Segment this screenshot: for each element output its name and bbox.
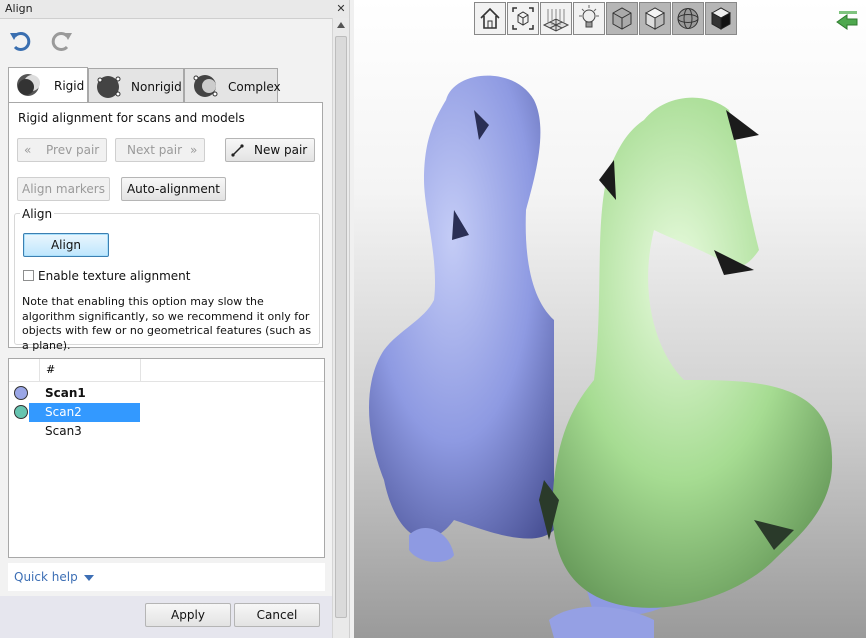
wireframe-cube-icon bbox=[612, 7, 632, 30]
scan-color-dot bbox=[14, 405, 28, 419]
tab-complex-label: Complex bbox=[228, 80, 281, 94]
texture-note: Note that enabling this option may slow … bbox=[22, 295, 312, 352]
wireframe-mode-button[interactable] bbox=[606, 2, 638, 35]
viewport-toolbar bbox=[474, 2, 742, 35]
scan-name: Scan2 bbox=[45, 405, 82, 419]
tab-rigid-label: Rigid bbox=[54, 79, 85, 93]
double-chevron-left-icon: « bbox=[24, 143, 32, 157]
double-chevron-right-icon: » bbox=[190, 143, 198, 157]
home-icon bbox=[480, 7, 500, 29]
tab-rigid[interactable]: Rigid bbox=[8, 67, 88, 103]
light-toggle-button[interactable] bbox=[573, 2, 605, 35]
next-pair-button[interactable]: Next pair » bbox=[115, 138, 205, 162]
cancel-button[interactable]: Cancel bbox=[234, 603, 320, 627]
scan-name: Scan3 bbox=[45, 424, 82, 438]
quick-help-label[interactable]: Quick help bbox=[14, 570, 78, 584]
scan-row-1[interactable]: Scan1 bbox=[9, 384, 324, 403]
flat-cube-icon bbox=[644, 7, 666, 30]
texture-alignment-checkbox[interactable] bbox=[23, 270, 34, 281]
texture-alignment-label: Enable texture alignment bbox=[38, 269, 191, 283]
align-panel: Align ✕ Rigid Nonrigid Complex Rigid ali… bbox=[0, 0, 352, 638]
align-markers-button[interactable]: Align markers bbox=[17, 177, 110, 201]
flat-shading-button[interactable] bbox=[639, 2, 671, 35]
apply-button[interactable]: Apply bbox=[145, 603, 231, 627]
sphere-icon bbox=[677, 8, 699, 29]
rigid-description: Rigid alignment for scans and models bbox=[18, 111, 245, 125]
column-header-number: # bbox=[46, 363, 56, 376]
chevron-down-icon[interactable] bbox=[84, 575, 94, 581]
fit-view-button[interactable] bbox=[507, 2, 539, 35]
panel-scrollbar[interactable] bbox=[332, 18, 350, 638]
close-icon[interactable]: ✕ bbox=[333, 1, 349, 17]
fit-view-icon bbox=[512, 7, 534, 30]
prev-pair-button[interactable]: « Prev pair bbox=[17, 138, 107, 162]
grid-toggle-button[interactable] bbox=[540, 2, 572, 35]
panel-titlebar: Align ✕ bbox=[0, 0, 352, 19]
new-pair-label: New pair bbox=[254, 143, 308, 157]
scan-color-dot bbox=[14, 386, 28, 400]
new-pair-icon bbox=[231, 144, 244, 157]
redo-icon[interactable] bbox=[48, 28, 74, 54]
complex-tab-icon bbox=[193, 75, 218, 97]
tab-complex[interactable]: Complex bbox=[184, 68, 281, 102]
3d-viewport[interactable] bbox=[354, 0, 866, 638]
new-pair-button[interactable]: New pair bbox=[225, 138, 315, 162]
home-view-button[interactable] bbox=[474, 2, 506, 35]
next-pair-label: Next pair bbox=[127, 143, 183, 157]
scan-row-2[interactable]: Scan2 bbox=[9, 403, 324, 422]
light-icon bbox=[579, 5, 599, 28]
panel-title: Align bbox=[5, 2, 33, 15]
auto-alignment-button[interactable]: Auto-alignment bbox=[121, 177, 226, 201]
rigid-tab-icon bbox=[17, 74, 40, 96]
prev-pair-label: Prev pair bbox=[46, 143, 100, 157]
scan-list-header: # bbox=[9, 359, 324, 382]
tab-nonrigid[interactable]: Nonrigid bbox=[88, 68, 184, 102]
scan-row-3[interactable]: Scan3 bbox=[9, 422, 324, 441]
exit-arrow-icon[interactable] bbox=[835, 9, 859, 31]
align-groupbox-label: Align bbox=[20, 207, 55, 221]
undo-icon[interactable] bbox=[8, 28, 34, 54]
scan-name: Scan1 bbox=[45, 386, 86, 400]
smooth-shading-button[interactable] bbox=[672, 2, 704, 35]
solid-mode-button[interactable] bbox=[705, 2, 737, 35]
green-duck-model[interactable] bbox=[354, 60, 866, 638]
grid-icon bbox=[542, 9, 570, 32]
nonrigid-tab-icon bbox=[97, 76, 121, 98]
scroll-up-arrow-icon[interactable] bbox=[337, 22, 345, 28]
quick-help[interactable]: Quick help bbox=[8, 563, 325, 591]
header-separator bbox=[140, 359, 141, 381]
scan-list: # Scan1 Scan2 Scan3 bbox=[8, 358, 325, 558]
align-button[interactable]: Align bbox=[23, 233, 109, 257]
header-separator bbox=[39, 359, 40, 381]
solid-cube-icon bbox=[710, 7, 732, 30]
tab-nonrigid-label: Nonrigid bbox=[131, 80, 182, 94]
scrollbar-thumb[interactable] bbox=[335, 36, 347, 618]
